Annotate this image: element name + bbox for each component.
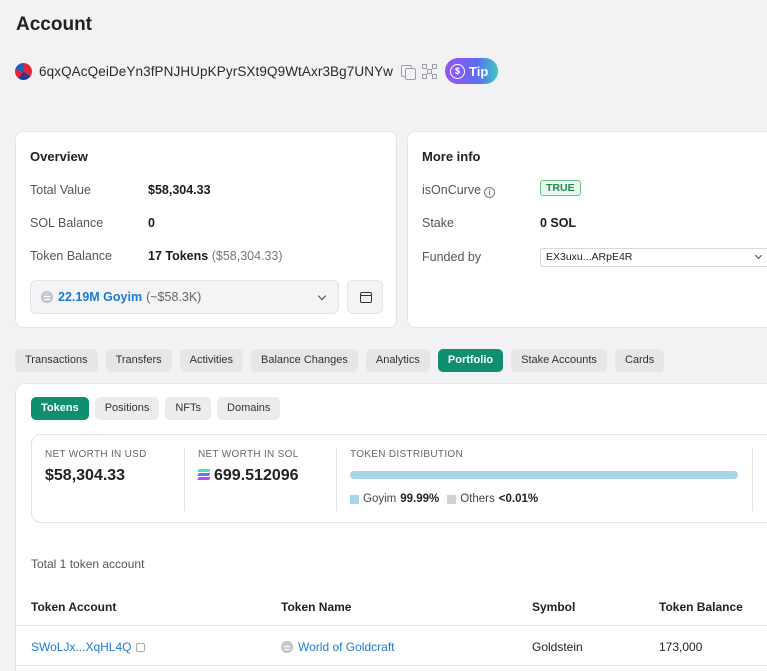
is-on-curve-label: isOnCurve i xyxy=(422,183,496,198)
subtab-nfts[interactable]: NFTs xyxy=(165,397,212,420)
tab-cards[interactable]: Cards xyxy=(614,349,665,372)
sol-balance-label: SOL Balance xyxy=(30,216,104,230)
token-account-link[interactable]: SWoLJx...XqHL4Q xyxy=(31,640,132,654)
overview-card: Overview Total Value $58,304.33 SOL Bala… xyxy=(15,131,397,328)
info-icon[interactable]: i xyxy=(484,187,496,198)
legend-goyim-pct: 99.99% xyxy=(400,493,440,505)
portfolio-panel: Tokens Positions NFTs Domains NET WORTH … xyxy=(15,383,767,671)
more-info-card: More info isOnCurve i TRUE Stake 0 SOL Fu… xyxy=(407,131,767,328)
token-name-cell: World of Goldcraft xyxy=(281,640,394,654)
total-value-label: Total Value xyxy=(30,183,91,197)
net-worth-sol-value: 699.512096 xyxy=(214,467,299,484)
more-info-title: More info xyxy=(422,149,481,164)
funded-by-value: EX3uxu...ARpE4R xyxy=(546,251,633,263)
token-balance-usd: ($58,304.33) xyxy=(211,249,283,263)
funded-by-label: Funded by xyxy=(422,250,482,264)
wallet-icon xyxy=(360,292,372,303)
is-on-curve-badge: TRUE xyxy=(540,180,581,196)
tip-button[interactable]: $ Tip xyxy=(445,58,499,84)
copy-icon[interactable] xyxy=(400,64,417,80)
account-address[interactable]: 6qxQAcQeiDeYn3fPNJHUpKPyrSXt9Q9WtAxr3Bg7… xyxy=(39,64,393,79)
token-coin-icon xyxy=(41,291,53,303)
stake-value: 0 SOL xyxy=(540,216,577,230)
col-token-balance: Token Balance xyxy=(659,600,743,614)
col-token-name: Token Name xyxy=(281,600,352,614)
funded-by-dropdown[interactable]: EX3uxu...ARpE4R xyxy=(540,248,767,267)
legend-goyim-name: Goyim xyxy=(363,493,397,505)
account-avatar xyxy=(15,62,32,80)
token-distribution-legend: Goyim 99.99% Others <0.01% xyxy=(350,493,538,505)
selected-token-amount: 22.19M Goyim xyxy=(58,290,143,304)
tab-activities[interactable]: Activities xyxy=(179,349,244,372)
divider xyxy=(184,447,185,511)
subtab-positions[interactable]: Positions xyxy=(94,397,160,420)
token-balance-label: Token Balance xyxy=(30,249,113,263)
token-distribution-label: TOKEN DISTRIBUTION xyxy=(350,449,464,460)
subtab-tokens[interactable]: Tokens xyxy=(31,397,89,420)
table-row: SWoLJx...XqHL4Q World of Goldcraft Golds… xyxy=(16,626,767,666)
token-distribution-bar xyxy=(350,471,738,479)
tab-transactions[interactable]: Transactions xyxy=(15,349,98,372)
token-balance: 17 Tokens ($58,304.33) xyxy=(148,249,283,263)
sol-balance: 0 xyxy=(148,216,155,230)
page-title: Account xyxy=(16,14,92,35)
net-worth-sol-label: NET WORTH IN SOL xyxy=(198,449,299,460)
tab-stake-accounts[interactable]: Stake Accounts xyxy=(511,349,607,372)
token-symbol: Goldstein xyxy=(532,640,583,654)
tab-portfolio[interactable]: Portfolio xyxy=(437,349,504,372)
col-token-account: Token Account xyxy=(31,600,117,614)
legend-swatch-goyim xyxy=(350,494,359,504)
tab-balance-changes[interactable]: Balance Changes xyxy=(251,349,358,372)
divider xyxy=(336,447,337,511)
net-worth-usd-value: $58,304.33 xyxy=(45,467,126,484)
tip-button-label: Tip xyxy=(469,63,489,79)
total-value: $58,304.33 xyxy=(148,183,211,197)
is-on-curve-text: isOnCurve xyxy=(422,183,482,197)
selected-token-usd: (~$58.3K) xyxy=(146,290,202,304)
tab-transfers[interactable]: Transfers xyxy=(105,349,172,372)
copy-icon[interactable] xyxy=(135,643,145,652)
col-symbol: Symbol xyxy=(532,600,576,614)
token-selector-dropdown[interactable]: 22.19M Goyim (~$58.3K) xyxy=(30,280,339,314)
legend-swatch-others xyxy=(447,494,457,504)
token-balance-cell: 173,000 xyxy=(659,640,703,654)
net-worth-usd-label: NET WORTH IN USD xyxy=(45,449,147,460)
divider xyxy=(752,447,753,511)
net-worth-summary: NET WORTH IN USD $58,304.33 NET WORTH IN… xyxy=(31,434,767,523)
stake-label: Stake xyxy=(422,216,454,230)
overview-title: Overview xyxy=(30,149,88,164)
tab-analytics[interactable]: Analytics xyxy=(365,349,430,372)
token-account-cell: SWoLJx...XqHL4Q xyxy=(31,640,145,654)
total-token-accounts: Total 1 token account xyxy=(31,557,145,571)
portfolio-subtabs: Tokens Positions NFTs Domains xyxy=(31,397,281,420)
legend-others-pct: <0.01% xyxy=(498,493,539,505)
qr-code-icon[interactable] xyxy=(422,63,438,79)
token-name-link[interactable]: World of Goldcraft xyxy=(298,640,394,654)
token-table-header: Token Account Token Name Symbol Token Ba… xyxy=(16,588,767,626)
solana-icon xyxy=(197,469,211,480)
dollar-coin-icon: $ xyxy=(450,63,466,79)
account-tabs: Transactions Transfers Activities Balanc… xyxy=(15,349,665,372)
legend-others-name: Others xyxy=(460,493,495,505)
chevron-down-icon xyxy=(754,251,763,260)
net-worth-sol: 699.512096 xyxy=(197,467,299,485)
account-address-row: 6qxQAcQeiDeYn3fPNJHUpKPyrSXt9Q9WtAxr3Bg7… xyxy=(15,58,499,84)
wallet-button[interactable] xyxy=(347,280,383,314)
chevron-down-icon xyxy=(317,291,327,301)
subtab-domains[interactable]: Domains xyxy=(217,397,281,420)
token-coin-icon xyxy=(281,641,293,653)
token-balance-count: 17 Tokens xyxy=(148,249,209,263)
